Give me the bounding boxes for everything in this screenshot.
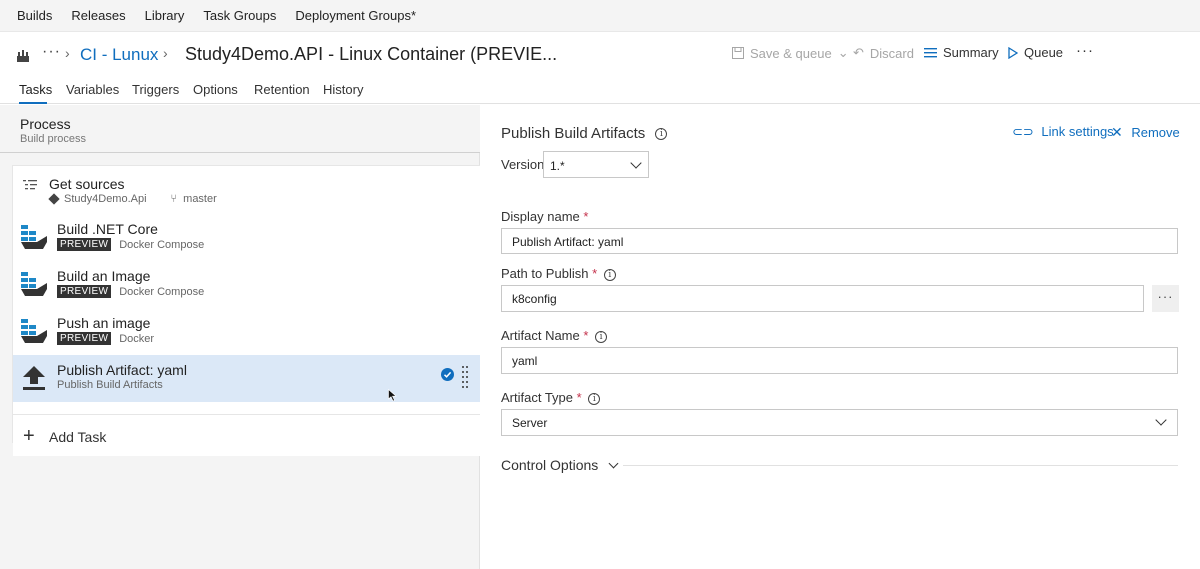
chevron-down-icon (630, 157, 642, 169)
add-task-button[interactable]: + Add Task (13, 414, 480, 456)
mouse-cursor-icon (388, 389, 397, 402)
task-subtitle: Docker (119, 332, 155, 345)
more-actions-button[interactable]: ··· (1076, 42, 1094, 59)
version-label: Version (501, 157, 545, 172)
task-get-sources[interactable]: Get sources Study4Demo.Api ⑂ master (13, 166, 480, 213)
path-to-publish-input[interactable]: k8config (501, 285, 1144, 312)
nav-task-groups[interactable]: Task Groups (203, 8, 276, 23)
nav-deployment-groups[interactable]: Deployment Groups* (295, 8, 416, 23)
docker-icon (21, 272, 47, 296)
git-repo-icon (48, 193, 60, 205)
checkmark-icon (441, 368, 454, 381)
tab-tasks[interactable]: Tasks (19, 82, 52, 97)
path-to-publish-label: Path to Publish * i (501, 266, 616, 281)
close-icon: ✕ (1111, 124, 1123, 140)
build-pipeline-icon (17, 50, 29, 62)
remove-button[interactable]: ✕ Remove (1111, 124, 1180, 141)
artifact-name-input[interactable]: yaml (501, 347, 1178, 374)
docker-icon (21, 225, 47, 249)
repo-name: Study4Demo.Api (64, 193, 147, 205)
task-build-dotnet-core[interactable]: Build .NET Core PREVIEW Docker Compose (13, 214, 480, 261)
display-name-input[interactable]: Publish Artifact: yaml (501, 228, 1178, 254)
display-name-label: Display name * (501, 209, 589, 224)
list-icon (924, 47, 937, 57)
task-list: Get sources Study4Demo.Api ⑂ master Buil… (12, 165, 480, 456)
link-settings-button[interactable]: ⊂⊃ Link settings (1012, 124, 1114, 140)
link-icon: ⊂⊃ (1012, 124, 1034, 139)
control-options-toggle[interactable]: Control Options (501, 457, 619, 473)
browse-path-button[interactable]: ··· (1152, 285, 1179, 312)
upload-icon (23, 366, 45, 390)
preview-badge: PREVIEW (57, 238, 112, 251)
docker-icon (21, 319, 47, 343)
task-detail-title: Publish Build Artifacts i (501, 125, 668, 142)
divider (623, 465, 1178, 466)
task-subtitle: Publish Build Artifacts (57, 379, 163, 391)
chevron-right-icon: › (163, 45, 168, 61)
drag-handle-icon[interactable] (462, 365, 468, 391)
chevron-right-icon: › (65, 45, 70, 61)
save-icon (732, 47, 744, 59)
task-build-image[interactable]: Build an Image PREVIEW Docker Compose (13, 261, 480, 308)
breadcrumb-folder-link[interactable]: CI - Lunux (80, 45, 158, 65)
breadcrumb-more-button[interactable]: ··· (42, 43, 61, 61)
task-name: Build an Image (57, 268, 151, 284)
page-title: Study4Demo.API - Linux Container (PREVIE… (185, 44, 558, 64)
info-icon[interactable]: i (595, 330, 608, 343)
branch-name: master (183, 193, 217, 205)
tab-history[interactable]: History (323, 82, 363, 97)
task-name: Get sources (49, 176, 125, 192)
process-header[interactable]: Process Build process (0, 105, 480, 153)
play-icon (1008, 46, 1018, 59)
task-subtitle: Docker Compose (119, 238, 205, 251)
tab-options[interactable]: Options (193, 82, 238, 97)
artifact-type-label: Artifact Type * i (501, 390, 601, 405)
summary-button[interactable]: Summary (924, 45, 999, 60)
top-nav: Builds Releases Library Task Groups Depl… (0, 0, 1200, 32)
task-publish-artifact[interactable]: Publish Artifact: yaml Publish Build Art… (13, 355, 480, 402)
task-name: Build .NET Core (57, 221, 158, 237)
info-icon[interactable]: i (655, 128, 668, 141)
task-list-pane: Process Build process Get sources Study4… (0, 105, 480, 569)
preview-badge: PREVIEW (57, 332, 112, 345)
task-push-image[interactable]: Push an image PREVIEW Docker (13, 308, 480, 355)
breadcrumb: ··· › CI - Lunux › Study4Demo.API - Linu… (0, 33, 1200, 77)
process-title: Process (20, 116, 71, 132)
nav-releases[interactable]: Releases (71, 8, 125, 23)
task-detail-pane: Publish Build Artifacts i ⊂⊃ Link settin… (481, 105, 1200, 569)
artifact-type-select[interactable]: Server (501, 409, 1178, 436)
info-icon[interactable]: i (603, 268, 616, 281)
tab-variables[interactable]: Variables (66, 82, 119, 97)
active-tab-indicator (19, 102, 47, 104)
save-queue-button[interactable]: Save & queue ⌄ (732, 45, 849, 61)
nav-builds[interactable]: Builds (17, 8, 52, 23)
tab-retention[interactable]: Retention (254, 82, 310, 97)
preview-badge: PREVIEW (57, 285, 112, 298)
chevron-down-icon (1155, 414, 1167, 426)
discard-button[interactable]: ↶ Discard (853, 45, 914, 61)
add-task-label: Add Task (49, 429, 107, 445)
queue-button[interactable]: Queue (1008, 45, 1063, 60)
nav-library[interactable]: Library (145, 8, 185, 23)
branch-icon: ⑂ (170, 193, 178, 205)
info-icon[interactable]: i (588, 392, 601, 405)
undo-icon: ↶ (853, 45, 864, 60)
plus-icon: + (23, 425, 35, 447)
task-name: Publish Artifact: yaml (57, 362, 187, 378)
artifact-name-label: Artifact Name * i (501, 328, 608, 343)
chevron-down-icon: ⌄ (837, 45, 849, 60)
source-list-icon (23, 180, 37, 190)
tab-bar: Tasks Variables Triggers Options Retenti… (0, 78, 1200, 104)
tab-triggers[interactable]: Triggers (132, 82, 179, 97)
version-select[interactable]: 1.* (543, 151, 649, 178)
chevron-down-icon (608, 458, 619, 469)
process-subtitle: Build process (20, 133, 87, 145)
task-name: Push an image (57, 315, 151, 331)
task-subtitle: Docker Compose (119, 285, 205, 298)
